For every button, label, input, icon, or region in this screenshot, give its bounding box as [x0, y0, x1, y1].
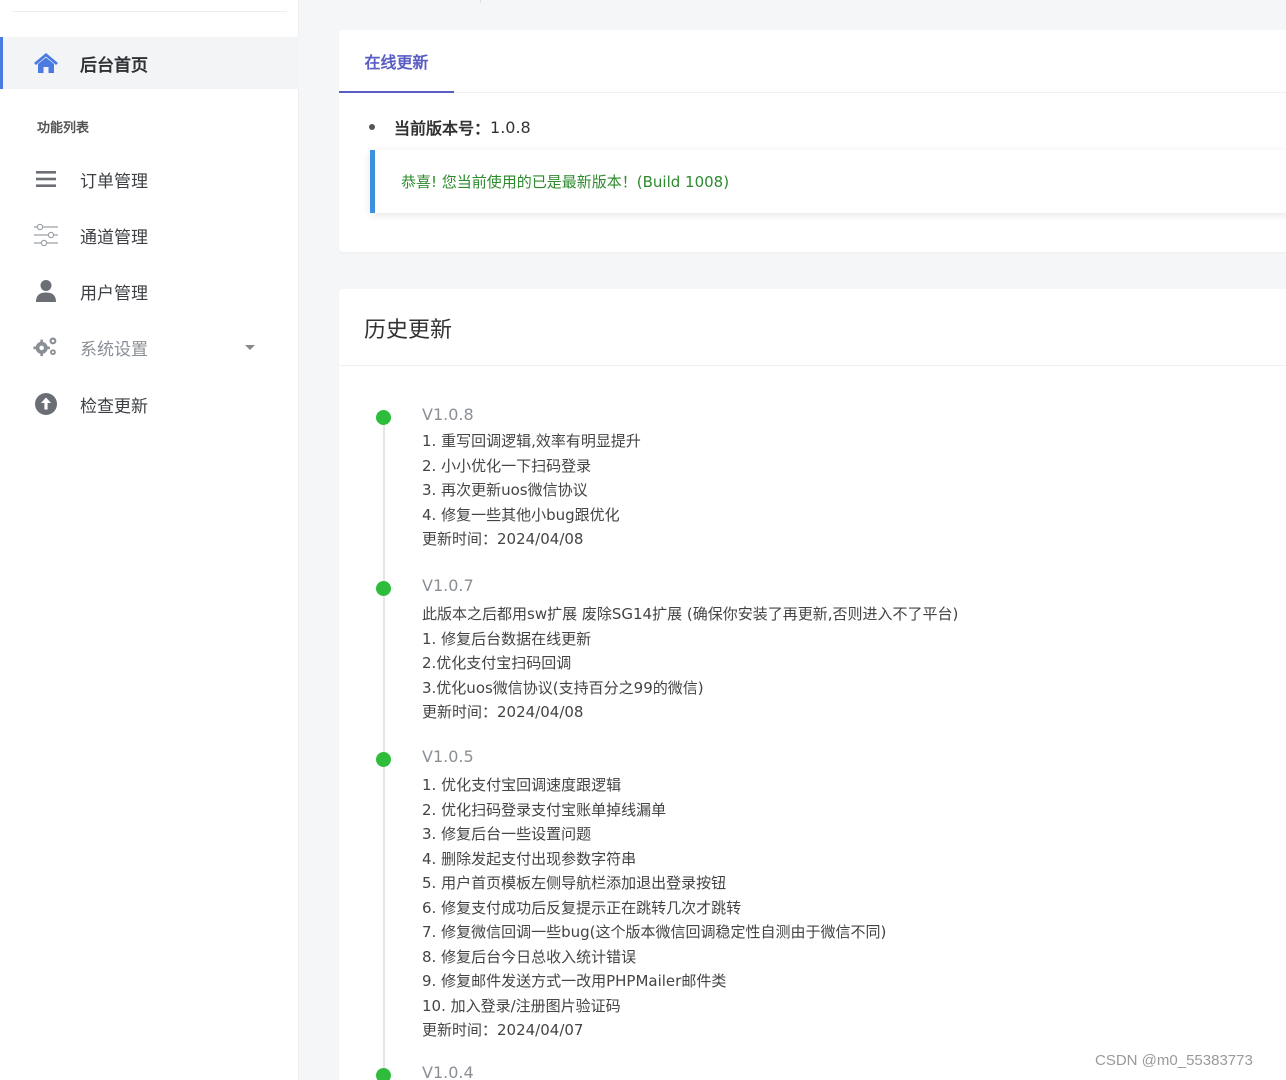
timeline-line-text: 1. 重写回调逻辑,效率有明显提升	[422, 432, 641, 450]
online-update-card: 在线更新 当前版本号： 1.0.8 恭喜! 您当前使用的已是最新版本！(Buil…	[339, 30, 1286, 252]
timeline-line-text: 5. 用户首页模板左侧导航栏添加退出登录按钮	[422, 874, 727, 892]
sidebar-item-label: 后台首页	[80, 55, 148, 76]
sidebar-item-label: 用户管理	[80, 283, 148, 304]
history-title: 历史更新	[364, 318, 453, 343]
alert-text: 恭喜! 您当前使用的已是最新版本！(Build 1008)	[401, 173, 730, 191]
timeline-line	[383, 417, 385, 1080]
home-icon	[33, 50, 59, 76]
timeline-line-text: 9. 修复邮件发送方式一改用PHPMailer邮件类	[422, 972, 727, 990]
timeline-line-text: 3.优化uos微信协议(支持百分之99的微信)	[422, 678, 704, 697]
list-icon	[33, 166, 59, 192]
user-icon	[33, 278, 59, 304]
sidebar-item-label: 系统设置	[80, 339, 148, 360]
timeline-version: V1.0.4	[422, 1063, 474, 1080]
sidebar-divider	[12, 11, 287, 12]
sidebar-item-label: 通道管理	[80, 227, 148, 248]
timeline-line-text: 1. 优化支付宝回调速度跟逻辑	[422, 776, 622, 794]
timeline-content: 此版本之后都用sw扩展 废除SG14扩展 (确保你安装了再更新,否则进入不了平台…	[422, 602, 958, 725]
timeline-line-text: 10. 加入登录/注册图片验证码	[422, 996, 621, 1015]
timeline-line-text: 2. 小小优化一下扫码登录	[422, 456, 592, 475]
chevron-down-icon	[245, 345, 255, 350]
timeline-version: V1.0.8	[422, 405, 474, 424]
timeline-dot	[376, 752, 391, 767]
timeline-line-text: 4. 修复一些其他小bug跟优化	[422, 505, 620, 524]
timeline-version: V1.0.7	[422, 576, 474, 595]
timeline-line-text: 2. 优化扫码登录支付宝账单掉线漏单	[422, 800, 667, 819]
current-version-value: 1.0.8	[490, 117, 531, 137]
timeline-content: 1. 优化支付宝回调速度跟逻辑 2. 优化扫码登录支付宝账单掉线漏单 3. 修复…	[422, 773, 886, 1043]
timeline-date: 更新时间：2024/04/08	[422, 530, 584, 548]
sidebar-item-users[interactable]: 用户管理	[0, 265, 299, 317]
timeline-dot	[376, 1068, 391, 1080]
sidebar-item-label: 订单管理	[80, 171, 148, 192]
timeline-date: 更新时间：2024/04/07	[422, 1021, 584, 1039]
timeline-line-text: 4. 删除发起支付出现参数字符串	[422, 849, 637, 868]
tab-online-update[interactable]: 在线更新	[339, 30, 454, 93]
sidebar-item-dashboard[interactable]: 后台首页	[0, 37, 299, 89]
timeline-line-text: 6. 修复支付成功后反复提示正在跳转几次才跳转	[422, 898, 742, 917]
timeline-line-text: 8. 修复后台今日总收入统计错误	[422, 947, 637, 966]
timeline-version: V1.0.5	[422, 747, 474, 766]
current-version-label: 当前版本号：	[394, 119, 491, 138]
bullet-icon	[369, 124, 375, 130]
sidebar: 后台首页 功能列表 订单管理 通道管理 用户管理 系统设置 检查更新	[0, 0, 299, 1080]
sidebar-item-check-update[interactable]: 检查更新	[0, 378, 299, 430]
timeline-line-text: 2.优化支付宝扫码回调	[422, 654, 572, 672]
current-version: 当前版本号： 1.0.8	[369, 115, 531, 139]
sidebar-item-orders[interactable]: 订单管理	[0, 153, 299, 205]
timeline-line-text: 1. 修复后台数据在线更新	[422, 629, 592, 648]
sidebar-item-settings[interactable]: 系统设置	[0, 321, 299, 373]
gears-icon	[33, 334, 59, 360]
timeline-dot	[376, 410, 391, 425]
history-card: 历史更新 V1.0.8 1. 重写回调逻辑,效率有明显提升 2. 小小优化一下扫…	[339, 289, 1286, 1080]
timeline-dot	[376, 581, 391, 596]
timeline-line-text: 3. 再次更新uos微信协议	[422, 481, 588, 499]
sliders-icon	[33, 222, 59, 248]
arrow-up-circle-icon	[33, 391, 59, 417]
timeline-line-text: 3. 修复后台一些设置问题	[422, 825, 592, 843]
header-divider	[480, 0, 481, 3]
sidebar-item-label: 检查更新	[80, 396, 148, 417]
page: 后台首页 功能列表 订单管理 通道管理 用户管理 系统设置 检查更新 在线更新 …	[0, 0, 1286, 1080]
timeline-line-text: 7. 修复微信回调一些bug(这个版本微信回调稳定性自测由于微信不同)	[422, 923, 887, 941]
sidebar-section-title: 功能列表	[37, 121, 90, 136]
timeline-content: 1. 重写回调逻辑,效率有明显提升 2. 小小优化一下扫码登录 3. 再次更新u…	[422, 429, 641, 552]
timeline-date: 更新时间：2024/04/08	[422, 703, 584, 721]
history-divider	[339, 365, 1286, 366]
timeline-line-text: 此版本之后都用sw扩展 废除SG14扩展 (确保你安装了再更新,否则进入不了平台…	[422, 605, 959, 623]
sidebar-item-channels[interactable]: 通道管理	[0, 209, 299, 261]
latest-version-alert: 恭喜! 您当前使用的已是最新版本！(Build 1008)	[370, 150, 1286, 213]
tab-bar: 在线更新	[339, 30, 1286, 93]
watermark: CSDN @m0_55383773	[1095, 1052, 1253, 1069]
